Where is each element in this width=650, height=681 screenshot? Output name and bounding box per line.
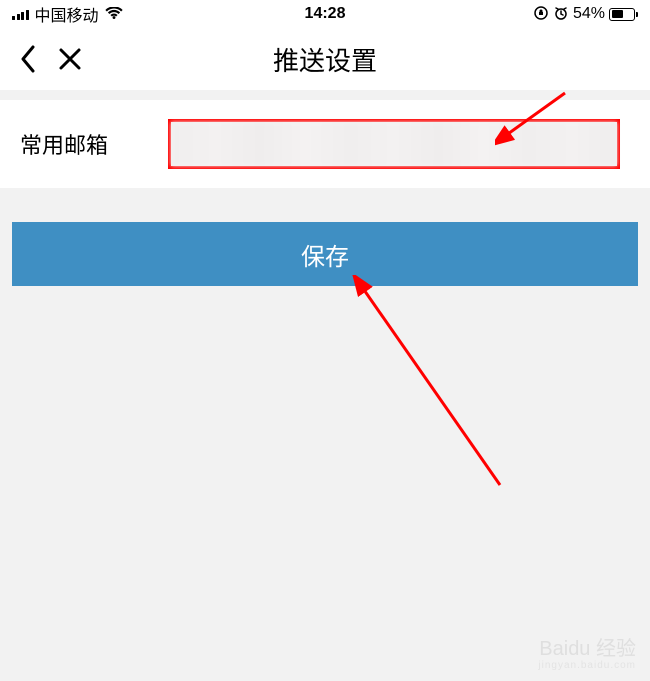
action-area: 保存 <box>0 188 650 286</box>
email-value-redacted <box>171 122 617 166</box>
close-button[interactable] <box>58 47 82 71</box>
wifi-icon <box>105 7 123 21</box>
watermark-brand: Baidu 经验 <box>538 638 636 660</box>
battery-percent: 54% <box>573 5 605 23</box>
nav-bar: 推送设置 <box>0 28 650 90</box>
battery-icon <box>609 8 638 21</box>
status-right: 54% <box>533 5 638 24</box>
alarm-icon <box>553 5 569 24</box>
watermark-sub: jingyan.baidu.com <box>538 660 636 671</box>
signal-icon <box>12 8 29 20</box>
nav-left <box>20 45 82 73</box>
status-left: 中国移动 <box>12 2 123 26</box>
save-button[interactable]: 保存 <box>12 222 638 286</box>
status-bar: 中国移动 14:28 54% <box>0 0 650 28</box>
back-button[interactable] <box>20 45 36 73</box>
orientation-lock-icon <box>533 5 549 24</box>
email-label: 常用邮箱 <box>20 128 160 160</box>
annotation-arrow-save <box>350 275 530 495</box>
watermark: Baidu 经验 jingyan.baidu.com <box>538 638 636 671</box>
email-row: 常用邮箱 <box>0 100 650 188</box>
carrier-label: 中国移动 <box>35 2 99 26</box>
email-field[interactable] <box>168 119 620 169</box>
page-title: 推送设置 <box>273 41 377 78</box>
section-divider <box>0 90 650 100</box>
status-time: 14:28 <box>305 5 346 23</box>
